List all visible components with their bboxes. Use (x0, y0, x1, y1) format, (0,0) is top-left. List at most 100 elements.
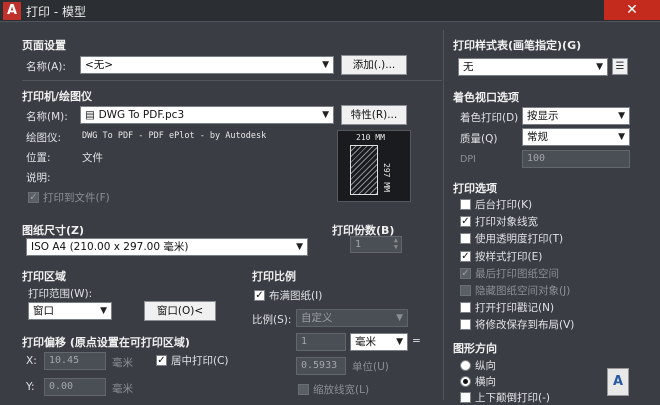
fit-to-paper-label: 布满图纸(I) (269, 290, 323, 302)
edit-plot-style-icon[interactable]: ☰ (612, 58, 628, 75)
portrait-radio[interactable] (460, 360, 471, 371)
shade-plot-value: 按显示 (527, 110, 559, 122)
paper-sheet-preview (350, 145, 378, 195)
add-page-setup-button[interactable]: 添加(.)... (341, 55, 407, 75)
plot-range-label: 打印范围(W): (28, 288, 93, 300)
plot-option-label: 最后打印图纸空间 (475, 268, 559, 280)
page-setup-name-label: 名称(A): (26, 61, 66, 73)
landscape-label: 横向 (475, 376, 496, 388)
chevron-down-icon: ▼ (396, 337, 403, 347)
plot-option-label: 将修改保存到布局(V) (475, 319, 575, 331)
scale-label: 比例(S): (252, 314, 292, 326)
landscape-radio[interactable] (460, 376, 471, 387)
dpi-input[interactable]: 100 (522, 150, 630, 168)
printer-name-label: 名称(M): (26, 111, 68, 123)
printer-name-value: DWG To PDF.pc3 (98, 109, 185, 121)
offset-x-unit: 毫米 (112, 357, 133, 369)
copies-stepper[interactable]: 1 ▲ ▼ (350, 236, 402, 253)
scale-value1-input[interactable]: 1 (296, 333, 346, 351)
column-divider (443, 30, 444, 400)
dpi-label: DPI (460, 154, 476, 165)
copies-value: 1 (355, 239, 362, 250)
title-bar (0, 0, 660, 22)
page-setup-name-value: <无> (85, 59, 114, 71)
plot-option-checkbox[interactable]: ✓ (460, 216, 471, 227)
plot-scale-title: 打印比例 (252, 270, 296, 283)
plot-range-select[interactable]: 窗口 ▼ (28, 302, 112, 320)
printer-properties-button[interactable]: 特性(R)... (341, 105, 407, 125)
offset-y-unit: 毫米 (112, 383, 133, 395)
close-button[interactable]: ✕ (604, 0, 660, 20)
plot-option-checkbox[interactable] (460, 319, 471, 330)
plot-option-checkbox[interactable] (460, 199, 471, 210)
location-label: 位置: (26, 152, 51, 164)
fit-to-paper-checkbox[interactable]: ✓ (254, 290, 265, 301)
quality-select[interactable]: 常规 ▼ (522, 128, 630, 146)
print-to-file-label: 打印到文件(F) (43, 192, 110, 204)
plot-option-label: 后台打印(K) (475, 199, 533, 211)
plot-option-checkbox[interactable] (460, 233, 471, 244)
upside-down-label: 上下颠倒打印(-) (475, 392, 550, 404)
shade-plot-select[interactable]: 按显示 ▼ (522, 107, 630, 125)
preview-width-label: 210 MM (356, 133, 385, 142)
offset-x-label: X: (26, 355, 37, 367)
paper-size-value: ISO A4 (210.00 x 297.00 毫米) (31, 241, 189, 253)
plot-option-label: 隐藏图纸空间对象(J) (475, 285, 571, 297)
chevron-down-icon: ▼ (596, 62, 603, 72)
divider (22, 80, 442, 81)
plot-range-value: 窗口 (33, 305, 54, 317)
plot-option-label: 打开打印戳记(N) (475, 302, 555, 314)
plot-option-checkbox[interactable] (460, 302, 471, 313)
offset-x-input[interactable]: 10.45 (44, 352, 106, 370)
page-setup-name-select[interactable]: <无> ▼ (80, 56, 334, 74)
scale-value: 自定义 (301, 312, 333, 324)
print-to-file-checkbox[interactable]: ✓ (28, 192, 39, 203)
chevron-down-icon: ▼ (322, 110, 329, 120)
plot-option-label: 使用透明度打印(T) (475, 233, 564, 245)
paper-size-select[interactable]: ISO A4 (210.00 x 297.00 毫米) ▼ (26, 238, 308, 256)
plot-style-table-select[interactable]: 无 ▼ (458, 58, 608, 76)
scale-unit2-label: 单位(U) (352, 361, 389, 373)
equals-sign: = (412, 335, 421, 347)
upside-down-checkbox[interactable] (460, 392, 471, 403)
printer-title: 打印机/绘图仪 (22, 90, 93, 103)
plotter-value: DWG To PDF - PDF ePlot - by Autodesk (82, 131, 267, 141)
plot-option-checkbox[interactable]: ✓ (460, 251, 471, 262)
chevron-down-icon: ▼ (618, 111, 625, 121)
page-setup-title: 页面设置 (22, 39, 66, 52)
offset-y-input[interactable]: 0.00 (44, 378, 106, 396)
plot-option-label: 打印对象线宽 (475, 216, 538, 228)
orientation-title: 图形方向 (453, 342, 497, 355)
plot-area-title: 打印区域 (22, 270, 66, 283)
chevron-down-icon: ▼ (396, 313, 403, 323)
scale-value2-input[interactable]: 0.5933 (296, 357, 346, 375)
plot-style-table-value: 无 (463, 61, 474, 73)
plot-option-checkbox[interactable]: ✓ (460, 268, 471, 279)
location-value: 文件 (82, 152, 103, 164)
scale-unit-select[interactable]: 毫米 ▼ (350, 333, 408, 351)
orientation-preview-icon: A (607, 368, 629, 396)
scale-unit-value: 毫米 (355, 336, 376, 348)
scale-lineweights-checkbox[interactable] (298, 384, 309, 395)
autocad-logo-icon[interactable]: A (3, 2, 21, 20)
chevron-down-icon: ▼ (296, 242, 303, 252)
scale-select[interactable]: 自定义 ▼ (296, 309, 408, 327)
plot-style-table-title: 打印样式表(画笔指定)(G) (453, 39, 582, 52)
spin-arrows-icon[interactable]: ▲ ▼ (394, 237, 398, 251)
chevron-down-icon: ▼ (618, 132, 625, 142)
center-plot-checkbox[interactable]: ✓ (156, 355, 167, 366)
chevron-down-icon: ▼ (100, 306, 107, 316)
plot-option-label: 按样式打印(E) (475, 251, 543, 263)
portrait-label: 纵向 (475, 360, 496, 372)
window-title: 打印 - 模型 (26, 5, 86, 19)
scale-lineweights-label: 缩放线宽(L) (313, 384, 370, 396)
description-label: 说明: (26, 172, 51, 184)
plotter-label: 绘图仪: (26, 132, 62, 144)
preview-height-label: 297 MM (382, 163, 391, 192)
printer-icon: ▤ (85, 109, 99, 121)
plot-option-checkbox[interactable] (460, 285, 471, 296)
printer-name-select[interactable]: ▤ DWG To PDF.pc3 ▼ (80, 106, 334, 124)
window-select-button[interactable]: 窗口(O)< (144, 301, 216, 321)
paper-size-title: 图纸尺寸(Z) (22, 224, 85, 237)
chevron-down-icon: ▼ (322, 60, 329, 70)
